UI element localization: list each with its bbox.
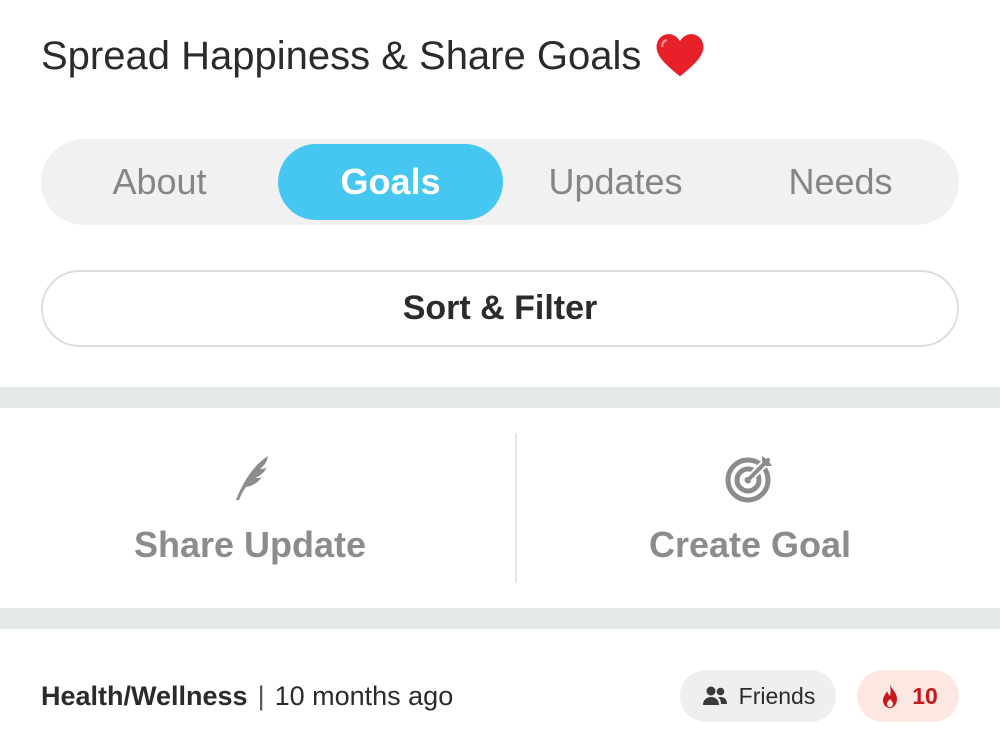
create-goal-label: Create Goal bbox=[648, 524, 852, 565]
streak-badge[interactable]: 10 bbox=[857, 670, 959, 722]
people-icon bbox=[702, 686, 727, 705]
fire-icon bbox=[883, 684, 898, 708]
tab-bar: About Goals Updates Needs bbox=[41, 139, 959, 225]
create-goal-button[interactable]: Create Goal bbox=[500, 408, 1000, 608]
share-update-button[interactable]: Share Update bbox=[0, 408, 500, 608]
tab-needs[interactable]: Needs bbox=[728, 144, 953, 220]
share-update-label: Share Update bbox=[133, 524, 367, 565]
heart-icon bbox=[656, 34, 704, 77]
action-divider bbox=[515, 433, 517, 583]
visibility-label: Friends bbox=[738, 682, 816, 709]
sort-filter-button[interactable]: Sort & Filter bbox=[41, 270, 959, 347]
post-meta: Health/Wellness | 10 months ago bbox=[41, 672, 453, 720]
section-separator bbox=[0, 387, 1000, 408]
post-time: 10 months ago bbox=[274, 680, 454, 711]
action-row: Share Update Create Goal bbox=[0, 408, 1000, 608]
streak-count: 10 bbox=[912, 682, 938, 709]
page-title: Spread Happiness & Share Goals bbox=[41, 28, 705, 84]
tab-updates[interactable]: Updates bbox=[503, 144, 728, 220]
section-separator bbox=[0, 608, 1000, 629]
tab-about[interactable]: About bbox=[47, 144, 272, 220]
tab-goals[interactable]: Goals bbox=[278, 144, 503, 220]
target-icon bbox=[725, 456, 772, 503]
page-title-text: Spread Happiness & Share Goals bbox=[41, 33, 642, 78]
feather-icon bbox=[236, 456, 268, 500]
post-category: Health/Wellness bbox=[41, 680, 248, 711]
visibility-badge[interactable]: Friends bbox=[680, 670, 836, 722]
meta-separator: | bbox=[257, 680, 265, 711]
